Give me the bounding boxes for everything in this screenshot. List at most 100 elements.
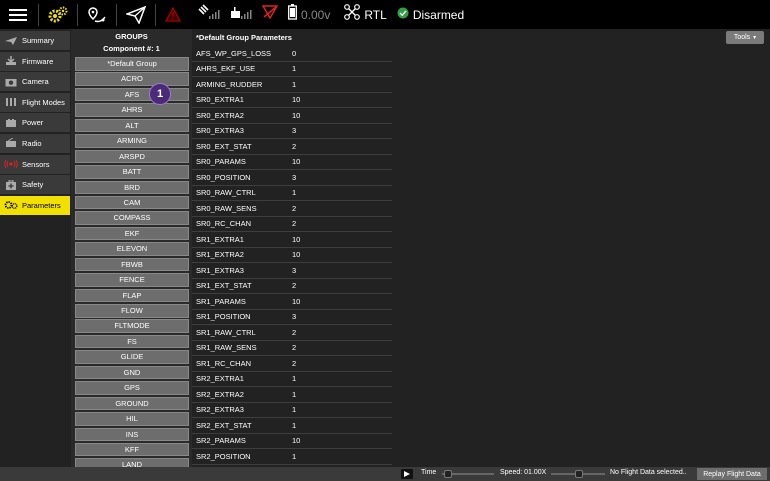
param-value[interactable]: 2 xyxy=(288,281,296,290)
param-row[interactable]: SR0_RAW_SENS 2 xyxy=(192,201,392,217)
arm-status-indicator[interactable]: Disarmed xyxy=(397,6,464,24)
param-row[interactable]: SR0_PARAMS 10 xyxy=(192,155,392,170)
warning-icon[interactable] xyxy=(158,0,188,29)
group-button[interactable]: AHRS xyxy=(75,103,189,117)
param-row[interactable]: SR1_EXTRA1 10 xyxy=(192,232,392,248)
group-button[interactable]: ALT xyxy=(75,118,189,133)
sidebar-item-sensors[interactable]: Sensors xyxy=(0,154,70,174)
param-row[interactable]: SR1_EXT_STAT 2 xyxy=(192,279,392,294)
play-button[interactable] xyxy=(401,469,413,479)
param-row[interactable]: SR2_EXTRA1 1 xyxy=(192,372,392,387)
group-button[interactable]: FBWB xyxy=(75,257,189,272)
group-button[interactable]: HIL xyxy=(75,412,189,426)
param-value[interactable]: 1 xyxy=(288,390,296,399)
group-button[interactable]: COMPASS xyxy=(75,211,189,225)
param-value[interactable]: 2 xyxy=(288,219,296,228)
param-row[interactable]: AFS_WP_GPS_LOSS 0 xyxy=(192,46,392,62)
param-row[interactable]: SR1_RAW_SENS 2 xyxy=(192,341,392,356)
rc-indicator[interactable] xyxy=(230,4,252,25)
param-row[interactable]: SR2_EXT_STAT 1 xyxy=(192,418,392,434)
group-button[interactable]: BRD xyxy=(75,180,189,194)
sidebar-item-flight-modes[interactable]: Flight Modes xyxy=(0,92,70,112)
param-row[interactable]: SR2_POSITION 1 xyxy=(192,449,392,465)
group-button[interactable]: BATT xyxy=(75,165,189,179)
param-row[interactable]: AHRS_EKF_USE 1 xyxy=(192,62,392,77)
replay-flight-data-button[interactable]: Replay Flight Data xyxy=(697,468,767,480)
gps-indicator[interactable] xyxy=(198,4,220,25)
param-value[interactable]: 3 xyxy=(288,173,296,182)
group-button[interactable]: KFF xyxy=(75,442,189,457)
settings-gear-icon[interactable] xyxy=(41,0,75,29)
param-row[interactable]: SR0_RC_CHAN 2 xyxy=(192,217,392,232)
param-value[interactable]: 10 xyxy=(288,235,300,244)
sidebar-item-firmware[interactable]: Firmware xyxy=(0,51,70,71)
flight-mode-indicator[interactable]: RTL xyxy=(344,4,387,25)
param-row[interactable]: SR2_EXTRA2 1 xyxy=(192,387,392,403)
param-value[interactable]: 10 xyxy=(288,95,300,104)
group-button[interactable]: GND xyxy=(75,365,189,380)
group-button[interactable]: FLTMODE xyxy=(75,319,189,333)
telemetry-indicator[interactable] xyxy=(261,5,279,24)
time-slider-handle[interactable] xyxy=(444,470,452,478)
param-value[interactable]: 10 xyxy=(288,157,300,166)
param-row[interactable]: SR0_EXTRA1 10 xyxy=(192,93,392,108)
group-button[interactable]: LAND xyxy=(75,458,189,467)
param-row[interactable]: SR1_EXTRA3 3 xyxy=(192,263,392,279)
group-button[interactable]: EKF xyxy=(75,226,189,241)
param-row[interactable]: SR0_POSITION 3 xyxy=(192,170,392,186)
group-button[interactable]: CAM xyxy=(75,195,189,210)
param-value[interactable]: 2 xyxy=(288,359,296,368)
param-row[interactable]: SR2_EXTRA3 1 xyxy=(192,403,392,418)
param-value[interactable]: 1 xyxy=(288,188,296,197)
param-value[interactable]: 2 xyxy=(288,343,296,352)
param-value[interactable]: 2 xyxy=(288,328,296,337)
group-button[interactable]: GPS xyxy=(75,381,189,395)
param-value[interactable]: 2 xyxy=(288,142,296,151)
tools-button[interactable]: Tools ▾ xyxy=(726,31,764,44)
sidebar-item-summary[interactable]: Summary xyxy=(0,31,70,50)
group-button[interactable]: ARSPD xyxy=(75,149,189,164)
param-row[interactable]: SR1_RAW_CTRL 2 xyxy=(192,325,392,341)
param-row[interactable]: SR2_PARAMS 10 xyxy=(192,434,392,449)
sidebar-item-camera[interactable]: Camera xyxy=(0,72,70,92)
param-value[interactable]: 10 xyxy=(288,111,300,120)
group-button[interactable]: GROUND xyxy=(75,396,189,411)
sidebar-item-safety[interactable]: Safety xyxy=(0,175,70,195)
param-value[interactable]: 10 xyxy=(288,297,300,306)
group-button[interactable]: FLOW xyxy=(75,304,189,318)
param-value[interactable]: 2 xyxy=(288,204,296,213)
param-value[interactable]: 1 xyxy=(288,405,296,414)
sidebar-item-radio[interactable]: Radio xyxy=(0,133,70,153)
param-value[interactable]: 0 xyxy=(288,49,296,58)
param-row[interactable]: SR1_EXTRA2 10 xyxy=(192,248,392,263)
param-value[interactable]: 3 xyxy=(288,312,296,321)
group-button[interactable]: AFS xyxy=(75,87,189,102)
sidebar-item-parameters[interactable]: Parameters xyxy=(0,195,70,215)
param-value[interactable]: 3 xyxy=(288,126,296,135)
param-value[interactable]: 10 xyxy=(288,250,300,259)
param-value[interactable]: 10 xyxy=(288,436,300,445)
battery-indicator[interactable]: 0.00v xyxy=(288,4,330,25)
param-row[interactable]: SR1_POSITION 3 xyxy=(192,310,392,325)
group-button[interactable]: FENCE xyxy=(75,273,189,287)
param-row[interactable]: SR1_PARAMS 10 xyxy=(192,294,392,310)
menu-icon[interactable] xyxy=(0,0,36,29)
param-value[interactable]: 1 xyxy=(288,64,296,73)
group-button[interactable]: INS xyxy=(75,427,189,441)
group-button[interactable]: *Default Group xyxy=(75,57,189,71)
param-row[interactable]: SR1_RC_CHAN 2 xyxy=(192,356,392,372)
group-button[interactable]: FS xyxy=(75,334,189,349)
plan-route-icon[interactable] xyxy=(80,0,114,29)
param-row[interactable]: SR0_EXTRA2 10 xyxy=(192,108,392,124)
group-button[interactable]: ELEVON xyxy=(75,242,189,256)
group-button[interactable]: GLIDE xyxy=(75,350,189,364)
param-value[interactable]: 1 xyxy=(288,421,296,430)
param-row[interactable]: SR0_RAW_CTRL 1 xyxy=(192,186,392,201)
group-button[interactable]: ARMING xyxy=(75,134,189,148)
speed-slider-handle[interactable] xyxy=(575,470,583,478)
param-row[interactable]: ARMING_RUDDER 1 xyxy=(192,77,392,93)
param-value[interactable]: 3 xyxy=(288,266,296,275)
param-value[interactable]: 1 xyxy=(288,374,296,383)
param-value[interactable]: 1 xyxy=(288,80,296,89)
group-button[interactable]: FLAP xyxy=(75,288,189,303)
